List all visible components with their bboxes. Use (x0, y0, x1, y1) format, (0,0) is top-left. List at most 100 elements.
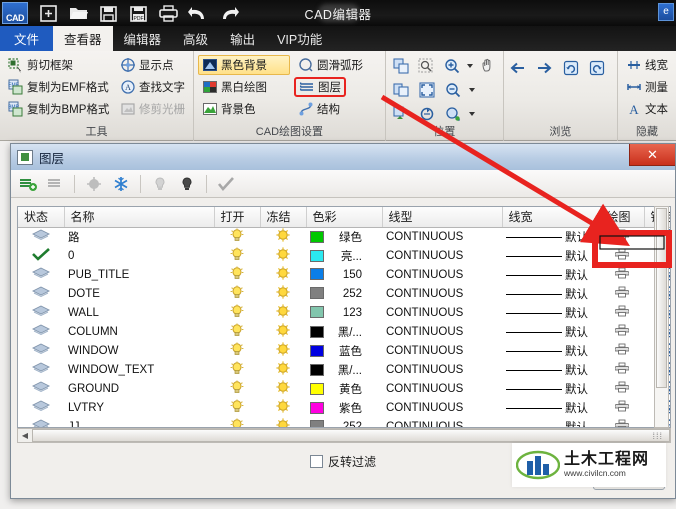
col-linetype[interactable]: 线型 (382, 207, 503, 228)
col-lineweight[interactable]: 线宽 (502, 207, 601, 228)
cell-plot[interactable] (600, 246, 644, 265)
printer-icon[interactable] (614, 305, 630, 320)
cell-lineweight[interactable]: 默认 (502, 284, 600, 303)
cell-freeze[interactable] (260, 341, 306, 360)
cell-status[interactable] (18, 341, 64, 360)
cell-linetype[interactable]: CONTINUOUS (382, 379, 502, 398)
col-name[interactable]: 名称 (64, 207, 215, 228)
previous-arrow-icon[interactable] (508, 57, 530, 79)
table-row[interactable]: WALL 123 CONTINUOUS 默认 (18, 303, 670, 322)
fit-page-icon[interactable] (416, 79, 438, 101)
ribbon-item-text[interactable]: A 文本 (622, 99, 672, 119)
cell-status[interactable] (18, 417, 64, 427)
cell-plot[interactable] (600, 284, 644, 303)
ribbon-item-find-text[interactable]: A 查找文字 (116, 77, 189, 97)
cell-freeze[interactable] (260, 227, 306, 246)
layer-table-vscrollbar[interactable] (654, 206, 669, 428)
sun-icon[interactable] (276, 399, 290, 416)
color-swatch[interactable] (310, 287, 324, 299)
cell-linetype[interactable]: CONTINUOUS (382, 360, 502, 379)
zoom-out-icon[interactable] (442, 79, 464, 101)
col-color[interactable]: 色彩 (306, 207, 383, 228)
cell-freeze[interactable] (260, 265, 306, 284)
cell-lineweight[interactable]: 默认 (502, 341, 600, 360)
table-row[interactable]: PUB_TITLE 150 CONTINUOUS 默认 (18, 265, 670, 284)
cell-open[interactable] (214, 303, 260, 322)
cell-freeze[interactable] (260, 398, 306, 417)
rotate-right-icon[interactable] (586, 57, 608, 79)
cell-plot[interactable] (600, 417, 644, 427)
cell-color[interactable]: 252 (306, 284, 382, 303)
cell-layer-name[interactable]: WALL (64, 303, 214, 322)
printer-icon[interactable] (614, 400, 630, 415)
cell-plot[interactable] (600, 265, 644, 284)
cell-lineweight[interactable]: 默认 (502, 360, 600, 379)
next-arrow-icon[interactable] (534, 57, 556, 79)
table-row[interactable]: LVTRY 紫色 CONTINUOUS 默认 (18, 398, 670, 417)
cell-open[interactable] (214, 265, 260, 284)
printer-icon[interactable] (614, 381, 630, 396)
color-swatch[interactable] (310, 363, 324, 376)
cell-status[interactable] (18, 227, 64, 246)
light-bulb-icon[interactable] (230, 285, 244, 302)
cell-lineweight[interactable]: 默认 (502, 246, 600, 265)
cell-color[interactable]: 蓝色 (306, 341, 382, 360)
fit-window-icon[interactable] (390, 55, 412, 77)
cell-linetype[interactable]: CONTINUOUS (382, 322, 502, 341)
light-bulb-icon[interactable] (230, 361, 244, 378)
sun-icon[interactable] (276, 361, 290, 378)
color-swatch[interactable] (310, 344, 324, 357)
cell-plot[interactable] (600, 341, 644, 360)
cell-freeze[interactable] (260, 360, 306, 379)
cell-color[interactable]: 黑/... (306, 360, 382, 379)
ribbon-item-smooth-arc[interactable]: 圆滑弧形 (294, 55, 367, 75)
cell-layer-name[interactable]: JJ (64, 417, 214, 428)
cell-layer-name[interactable]: LVTRY (64, 398, 214, 417)
printer-icon[interactable] (614, 362, 630, 377)
cell-lineweight[interactable]: 默认 (502, 379, 600, 398)
menu-tab-editor[interactable]: 编辑器 (113, 26, 173, 51)
cell-linetype[interactable]: CONTINUOUS (382, 265, 502, 284)
cell-linetype[interactable]: CONTINUOUS (382, 417, 502, 428)
cell-status[interactable] (18, 284, 64, 303)
vscroll-thumb[interactable] (656, 208, 667, 388)
cell-freeze[interactable] (260, 284, 306, 303)
printer-icon[interactable] (614, 343, 630, 358)
cell-color[interactable]: 123 (306, 303, 382, 322)
layer-dialog-titlebar[interactable]: 图层 ✕ (11, 144, 675, 170)
cell-open[interactable] (214, 284, 260, 303)
menu-tab-viewer[interactable]: 查看器 (53, 26, 113, 51)
light-bulb-icon[interactable] (230, 304, 244, 321)
cell-layer-name[interactable]: 0 (64, 246, 214, 265)
cell-status[interactable] (18, 322, 64, 341)
sun-icon[interactable] (276, 380, 290, 397)
layer-table-container[interactable]: 状态 名称 打开 冻结 色彩 线型 线宽 绘图 锁定 路 绿色 CONTINUOUS… (17, 206, 671, 428)
cell-linetype[interactable]: CONTINUOUS (382, 303, 502, 322)
fit-height-icon[interactable] (390, 103, 412, 125)
sun-icon[interactable] (276, 323, 290, 340)
freeze-icon[interactable] (110, 173, 132, 195)
cell-status[interactable] (18, 246, 64, 265)
cell-lineweight[interactable]: 默认 (502, 398, 600, 417)
color-swatch[interactable] (310, 325, 324, 338)
menu-tab-vip[interactable]: VIP功能 (266, 26, 333, 51)
cell-status[interactable] (18, 303, 64, 322)
cell-open[interactable] (214, 417, 260, 427)
cell-lineweight[interactable]: 默认 (502, 322, 600, 341)
printer-icon[interactable] (614, 248, 630, 263)
sun-icon[interactable] (276, 228, 290, 245)
cell-open[interactable] (214, 322, 260, 341)
cell-plot[interactable] (600, 360, 644, 379)
cell-linetype[interactable]: CONTINUOUS (382, 246, 502, 265)
light-bulb-icon[interactable] (230, 247, 244, 264)
cell-layer-name[interactable]: COLUMN (64, 322, 214, 341)
cell-status[interactable] (18, 360, 64, 379)
cell-freeze[interactable] (260, 379, 306, 398)
cell-open[interactable] (214, 398, 260, 417)
printer-icon[interactable] (614, 286, 630, 301)
table-row[interactable]: JJ 252 CONTINUOUS 默认 (18, 417, 670, 428)
hscroll-left-arrow-icon[interactable]: ◀ (18, 429, 32, 442)
cell-freeze[interactable] (260, 246, 306, 265)
zoom-dynamic-dropdown-caret-icon[interactable] (468, 112, 475, 116)
cell-linetype[interactable]: CONTINUOUS (382, 227, 502, 246)
